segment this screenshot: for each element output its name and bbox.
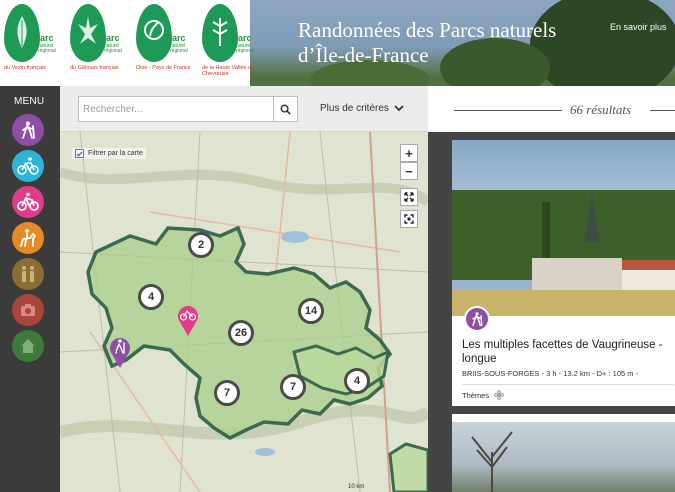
- nav-camera-button[interactable]: [12, 294, 44, 326]
- card-divider: [462, 384, 674, 385]
- site-title: Randonnées des Parcs naturels d’Île-de-F…: [298, 18, 557, 67]
- search-button[interactable]: [274, 96, 298, 122]
- search-icon: [280, 104, 291, 115]
- hiker-icon: [22, 121, 35, 139]
- check-icon: [76, 150, 83, 157]
- topographic-map: [60, 132, 428, 492]
- family-icon: [22, 266, 34, 282]
- expand-icon: [404, 192, 414, 202]
- result-card-photo: [452, 422, 675, 492]
- results-panel: 66 résultats Les multiples facettes de V…: [428, 86, 675, 492]
- result-card[interactable]: Les multiples facettes de Vaugrineuse - …: [452, 140, 675, 406]
- mountain-bike-icon: [17, 192, 39, 211]
- map-cluster-marker[interactable]: 4: [344, 368, 370, 394]
- hiker-icon: [464, 306, 490, 332]
- map-cluster-marker[interactable]: 2: [188, 232, 214, 258]
- result-card-photo: [452, 140, 675, 316]
- nav-family-button[interactable]: [12, 258, 44, 290]
- search-input[interactable]: [78, 96, 274, 122]
- map-cluster-marker[interactable]: 7: [214, 380, 240, 406]
- nav-cycling-button[interactable]: [12, 150, 44, 182]
- logo-haute-vallee-de-chevreuse[interactable]: Parc naturel régional de la Haute Vallée…: [202, 4, 264, 80]
- map-cluster-marker[interactable]: 14: [298, 298, 324, 324]
- result-card-themes: Thèmes: [462, 390, 504, 400]
- results-count: 66 résultats: [570, 102, 632, 117]
- zoom-out-button[interactable]: −: [400, 162, 418, 180]
- map-cluster-marker[interactable]: 26: [228, 320, 254, 346]
- left-nav: MENU: [0, 86, 60, 492]
- zoom-in-button[interactable]: +: [400, 144, 418, 162]
- map-filter-label: Filtrer par la carte: [88, 150, 143, 157]
- map-scale-label: 10 km: [348, 484, 365, 490]
- map-marker-hiking[interactable]: [108, 336, 132, 368]
- logo-oise-pays-de-france[interactable]: Parc naturel régional Oise - Pays de Fra…: [136, 4, 198, 80]
- fit-bounds-button[interactable]: [400, 210, 418, 228]
- nav-horse-riding-button[interactable]: [12, 222, 44, 254]
- site-header: Parc naturel régional du Vexin français …: [0, 0, 675, 86]
- map-view[interactable]: Filtrer par la carte + − 2 4 14 26 7 7 4…: [60, 132, 428, 492]
- fit-bounds-icon: [404, 214, 414, 224]
- divider-line: [454, 110, 562, 111]
- house-icon: [21, 339, 35, 353]
- cyclist-icon: [17, 157, 39, 175]
- search-bar: Plus de critères: [60, 86, 428, 132]
- horse-rider-icon: [20, 229, 37, 247]
- more-criteria-label: Plus de critères: [320, 103, 389, 114]
- checkbox[interactable]: [75, 149, 84, 158]
- nav-house-button[interactable]: [12, 330, 44, 362]
- result-card-title[interactable]: Les multiples facettes de Vaugrineuse - …: [462, 338, 674, 366]
- result-card[interactable]: [452, 414, 675, 492]
- themes-label: Thèmes: [462, 390, 490, 400]
- map-marker-mountain-bike[interactable]: [176, 304, 200, 336]
- logo-vexin-francais[interactable]: Parc naturel régional du Vexin français: [4, 4, 66, 80]
- chevron-down-icon: [394, 105, 404, 112]
- menu-label: MENU: [14, 96, 45, 107]
- results-header: 66 résultats: [428, 86, 675, 132]
- map-cluster-marker[interactable]: 7: [280, 374, 306, 400]
- map-filter-checkbox[interactable]: Filtrer par la carte: [72, 148, 146, 159]
- nav-mountain-bike-button[interactable]: [12, 186, 44, 218]
- logo-gatinais-francais[interactable]: Parc naturel régional du Gâtinais frança…: [70, 4, 132, 80]
- camera-icon: [21, 304, 35, 316]
- flower-icon: [494, 390, 504, 400]
- nav-hiking-button[interactable]: [12, 114, 44, 146]
- result-card-meta: BRIIS-SOUS-FORGES - 3 h - 13.2 km - D+ :…: [462, 369, 639, 378]
- learn-more-link[interactable]: En savoir plus: [610, 22, 667, 32]
- more-criteria-toggle[interactable]: Plus de critères: [320, 103, 404, 114]
- divider-line: [650, 110, 675, 111]
- map-cluster-marker[interactable]: 4: [138, 284, 164, 310]
- fullscreen-button[interactable]: [400, 188, 418, 206]
